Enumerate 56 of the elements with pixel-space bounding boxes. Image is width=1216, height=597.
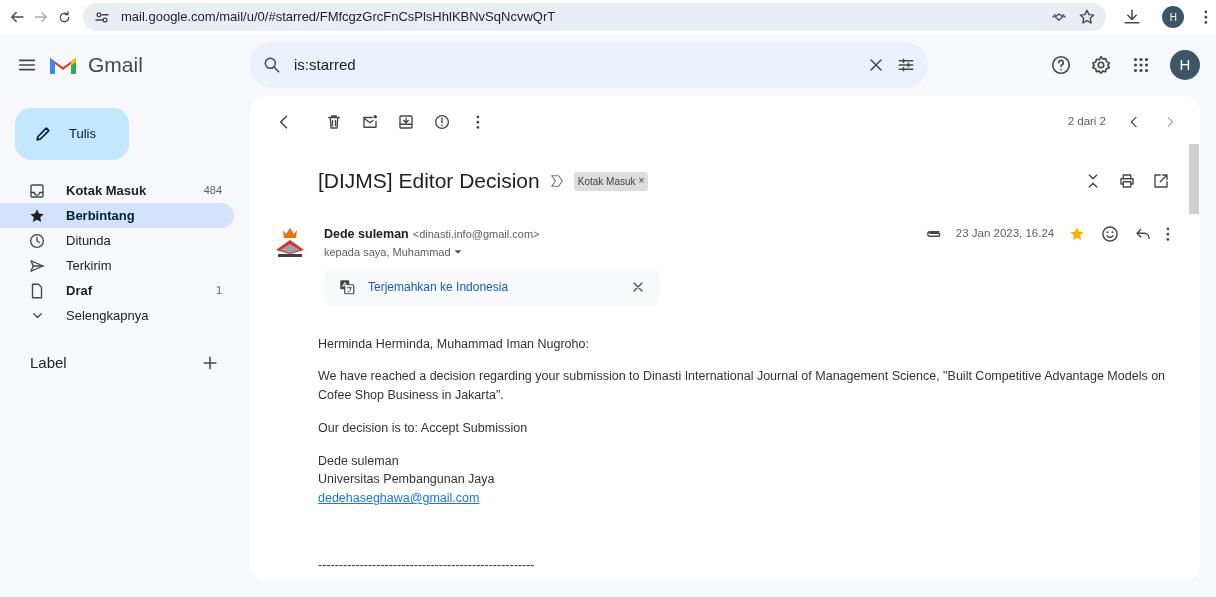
sender-name: Dede suleman — [324, 225, 409, 243]
translate-link[interactable]: Terjemahkan ke Indonesia — [368, 277, 618, 296]
search-icon[interactable] — [262, 55, 282, 75]
body-text: ---------------------------------------------------- — [318, 556, 536, 574]
open-window-button[interactable] — [1152, 172, 1170, 190]
inbox-icon — [28, 181, 46, 200]
sidebar-item[interactable]: Berbintang — [0, 203, 234, 228]
remove-label-button[interactable]: × — [638, 176, 645, 186]
pencil-icon — [33, 124, 53, 144]
mark-unread-icon — [361, 113, 379, 131]
more-icon — [1166, 226, 1170, 242]
bookmark-star-icon[interactable] — [1078, 8, 1097, 26]
chevron-down-icon — [32, 312, 42, 319]
sidebar-item[interactable]: Draf 1 — [0, 278, 234, 303]
address-bar[interactable]: mail.google.com/mail/u/0/#starred/FMfcgzGrcFnCsPlsHhlKBNvSqNcvwQrT — [83, 3, 1107, 31]
emoji-button[interactable] — [1100, 224, 1121, 244]
url-text: mail.google.com/mail/u/0/#starred/FMfcgzGrcFnCsPlsHhlKBNvSqNcvwQrT — [121, 8, 557, 27]
sidebar-item[interactable]: Selengkapnya — [0, 303, 234, 328]
help-icon[interactable] — [1050, 54, 1072, 76]
sidebar-item[interactable]: Ditunda — [0, 228, 234, 253]
pager-text: 2 dari 2 — [1067, 114, 1106, 130]
print-icon — [1118, 172, 1136, 190]
section-heading: Label — [30, 353, 68, 373]
filter-icon[interactable] — [896, 55, 916, 75]
body-text: Dede suleman — [318, 452, 400, 470]
report-icon — [433, 113, 451, 131]
search-input[interactable]: is:starred — [292, 52, 856, 78]
email-subject: [DIJMS] Editor Decision — [318, 168, 540, 194]
label-chip: Kotak Masuk × — [573, 171, 649, 191]
body-text: We have reached a decision regarding your submission to Dinasti International Journal of Management Science, "Built Competitive Advantage Models on Cofee Shop Business in Jakarta". — [318, 368, 1167, 404]
recipients-dropdown[interactable]: kepada saya, Muhammad — [324, 244, 465, 261]
menu-icon[interactable] — [1204, 9, 1208, 25]
account-avatar[interactable]: H — [1170, 50, 1200, 80]
profile-avatar[interactable]: H — [1162, 6, 1185, 28]
emoji-icon — [1100, 224, 1121, 244]
app-name: Gmail — [88, 52, 143, 79]
open-window-icon — [1152, 172, 1170, 190]
email-link[interactable]: dedehaseghawa@gmail.com — [318, 491, 480, 505]
settings-icon[interactable] — [1090, 54, 1112, 76]
email-date: 23 Jan 2023, 16.24 — [955, 226, 1055, 242]
delete-icon — [325, 113, 343, 131]
compose-button[interactable]: Tulis — [15, 108, 129, 160]
sender-email: <dinasti.info@gmail.com> — [412, 226, 540, 242]
archive-icon — [397, 113, 415, 131]
more-button[interactable] — [1166, 226, 1170, 242]
clock-icon — [28, 231, 46, 250]
sidebar-item[interactable]: Kotak Masuk 484 — [0, 178, 234, 203]
body-text: Our decision is to: Accept Submission — [318, 419, 529, 437]
search-field[interactable]: is:starred — [250, 42, 928, 88]
translate-icon — [338, 277, 356, 296]
more-icon — [476, 114, 480, 130]
print-button[interactable] — [1118, 172, 1136, 190]
sidebar-item[interactable]: Terkirim — [0, 253, 234, 278]
body-text: Universitas Pembangunan Jaya — [318, 471, 496, 489]
body-text: Herminda Herminda, Muhammad Iman Nugroho: — [318, 335, 590, 353]
scrollbar-thumb[interactable] — [1189, 144, 1199, 214]
